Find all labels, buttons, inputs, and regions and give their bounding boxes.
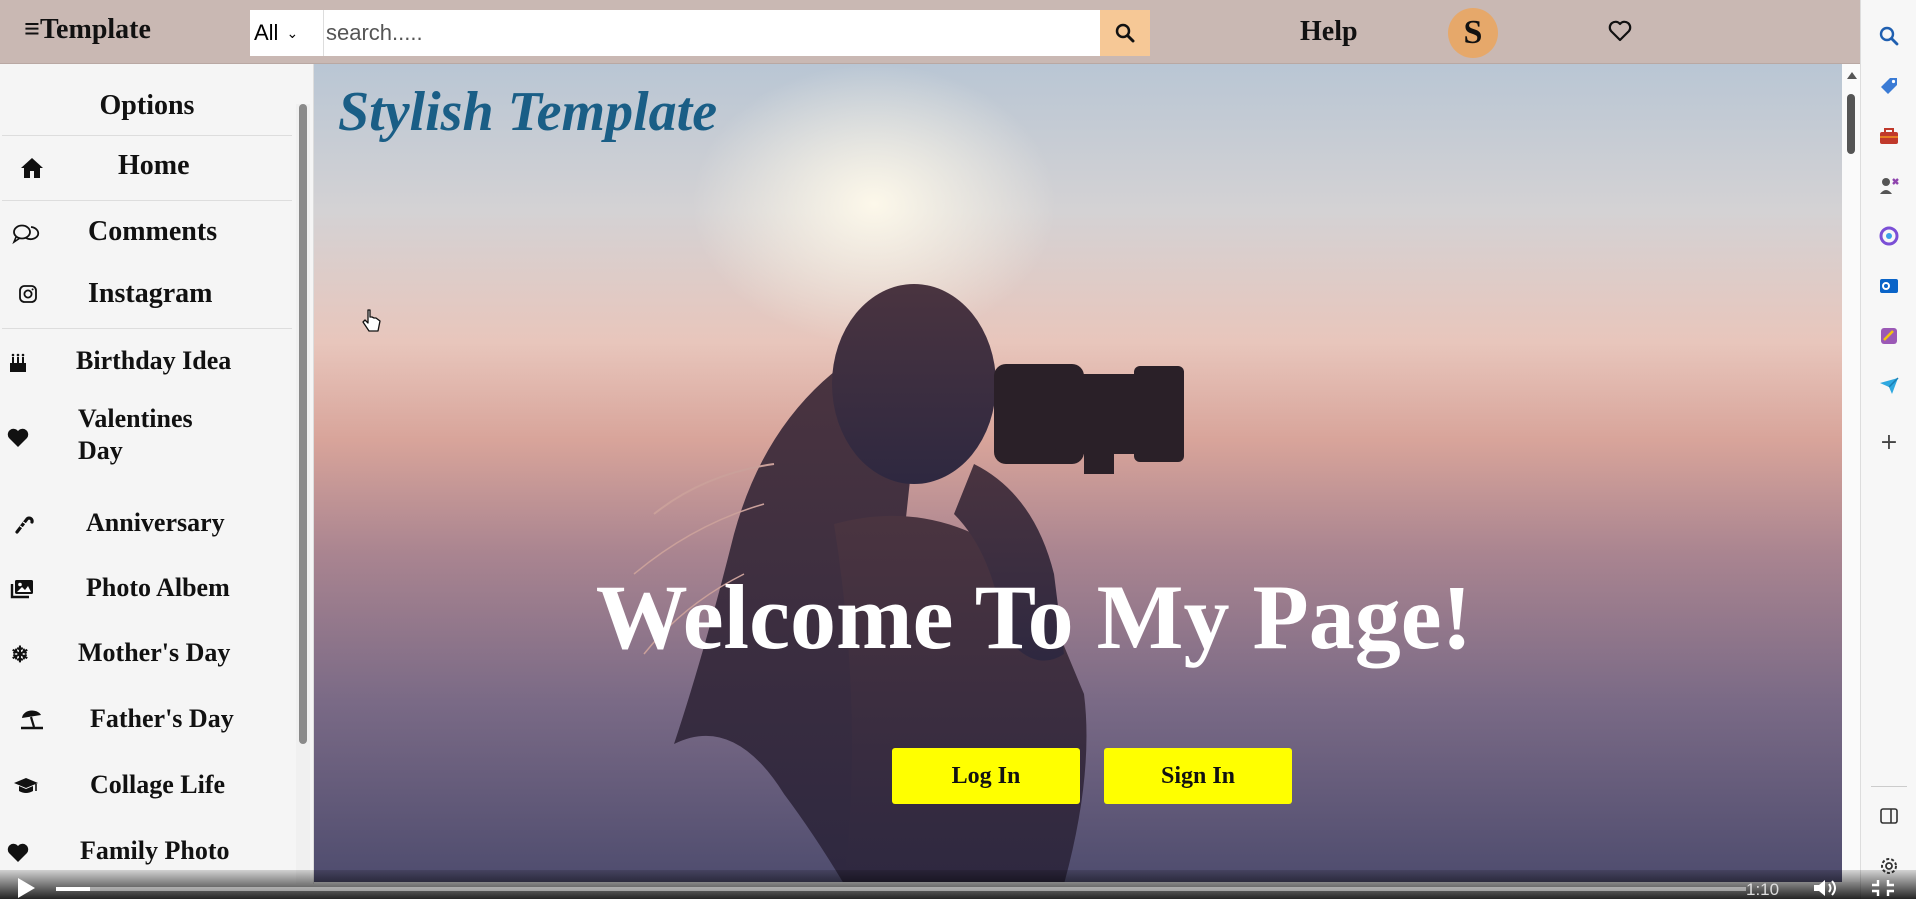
divider — [2, 200, 292, 201]
chevron-down-icon: ⌄ — [286, 24, 299, 41]
sidebar-item-label: Home — [118, 150, 190, 181]
search-icon — [1115, 23, 1135, 43]
play-icon[interactable] — [16, 877, 36, 899]
search-input[interactable] — [324, 10, 1100, 56]
search-icon[interactable] — [1875, 22, 1903, 50]
sidebar-item-instagram[interactable]: Instagram — [0, 264, 292, 328]
sidebar-item-home[interactable]: Home — [0, 136, 292, 200]
sidebar-item-collage-life[interactable]: Collage Life — [0, 758, 292, 816]
sidebar-item-label: Collage Life — [90, 770, 226, 799]
hero-title: Stylish Template — [338, 81, 718, 143]
sidebar-item-label: Birthday Idea — [76, 346, 232, 375]
video-progress-bar[interactable] — [56, 887, 1746, 891]
sidebar-item-comments[interactable]: Comments — [0, 202, 292, 266]
sidebar-item-label: Mother's Day — [78, 638, 231, 667]
login-button[interactable]: Log In — [892, 748, 1080, 804]
sidebar-item-label: Instagram — [88, 278, 213, 309]
browser-sidebar: + — [1860, 0, 1916, 899]
instagram-icon — [14, 280, 42, 308]
sidebar-item-valentines-day[interactable]: Valentines Day — [0, 400, 292, 476]
scroll-up-icon[interactable] — [1847, 72, 1857, 79]
sidebar-item-label: Photo Albem — [86, 573, 230, 602]
sidebar-item-photo-albem[interactable]: Photo Albem — [0, 561, 292, 619]
briefcase-icon[interactable] — [1875, 122, 1903, 150]
help-link[interactable]: Help — [1300, 16, 1358, 48]
photo-album-icon — [8, 575, 36, 603]
signin-button[interactable]: Sign In — [1104, 748, 1292, 804]
search-button[interactable] — [1100, 10, 1150, 56]
add-icon[interactable]: + — [1875, 428, 1903, 456]
welcome-heading: Welcome To My Page! — [595, 566, 1473, 668]
heart-icon — [4, 839, 32, 867]
tag-icon[interactable] — [1875, 72, 1903, 100]
games-icon[interactable] — [1875, 172, 1903, 200]
page-scrollbar[interactable] — [1842, 64, 1860, 882]
sidebar-scrollbar[interactable] — [296, 104, 310, 884]
snowflake-icon: ❄ — [10, 642, 30, 667]
outlook-icon[interactable] — [1875, 272, 1903, 300]
sidebar-item-label: Comments — [88, 216, 218, 247]
divider — [2, 328, 292, 329]
search-bar: All ⌄ — [250, 10, 1150, 56]
avatar[interactable]: S — [1448, 8, 1498, 58]
sidebar-item-label: Father's Day — [90, 704, 234, 733]
search-category-select[interactable]: All ⌄ — [250, 10, 324, 56]
sidebar-item-mothers-day[interactable]: ❄ Mother's Day — [0, 626, 292, 684]
video-controls — [0, 870, 1916, 899]
candy-cane-icon — [10, 510, 38, 538]
top-navbar: ≡Template All ⌄ Help S — [0, 0, 1860, 64]
sidebar-item-birthday-idea[interactable]: Birthday Idea — [0, 334, 292, 392]
heart-icon — [4, 424, 32, 452]
search-category-value: All — [254, 20, 279, 45]
divider — [1871, 786, 1907, 787]
copilot-icon[interactable] — [1875, 222, 1903, 250]
designer-icon[interactable] — [1875, 322, 1903, 350]
mouse-pointer-icon — [362, 309, 381, 332]
sidebar-heading: Options — [2, 76, 292, 136]
sidebar-item-fathers-day[interactable]: Father's Day — [0, 692, 292, 750]
volume-icon[interactable] — [1812, 877, 1842, 899]
page-scrollbar-thumb[interactable] — [1847, 94, 1855, 154]
heart-icon[interactable] — [1608, 20, 1632, 42]
send-icon[interactable] — [1875, 372, 1903, 400]
sidebar-item-anniversary[interactable]: Anniversary — [0, 496, 292, 554]
graduation-cap-icon — [12, 772, 40, 800]
sidebar-item-label-line2: Day — [78, 436, 123, 465]
sidebar-item-label: Anniversary — [86, 508, 225, 537]
home-icon — [18, 154, 46, 182]
brand-menu-toggle[interactable]: ≡Template — [24, 14, 151, 46]
sidebar-item-label: Family Photo — [80, 836, 230, 865]
video-progress-fill — [56, 887, 90, 891]
split-view-icon[interactable] — [1875, 802, 1903, 830]
sidebar-scrollbar-thumb[interactable] — [299, 104, 307, 744]
cake-icon — [4, 349, 32, 377]
video-time: 1:10 — [1746, 880, 1780, 899]
sidebar: Options Home Comments Instagram Birthday… — [0, 64, 314, 884]
sidebar-item-label: Valentines — [78, 404, 193, 433]
umbrella-beach-icon — [18, 706, 46, 734]
fullscreen-exit-icon[interactable] — [1870, 878, 1896, 898]
hero-section: Stylish Template Welcome To My Page! Log… — [314, 64, 1842, 882]
comments-icon — [12, 220, 40, 248]
